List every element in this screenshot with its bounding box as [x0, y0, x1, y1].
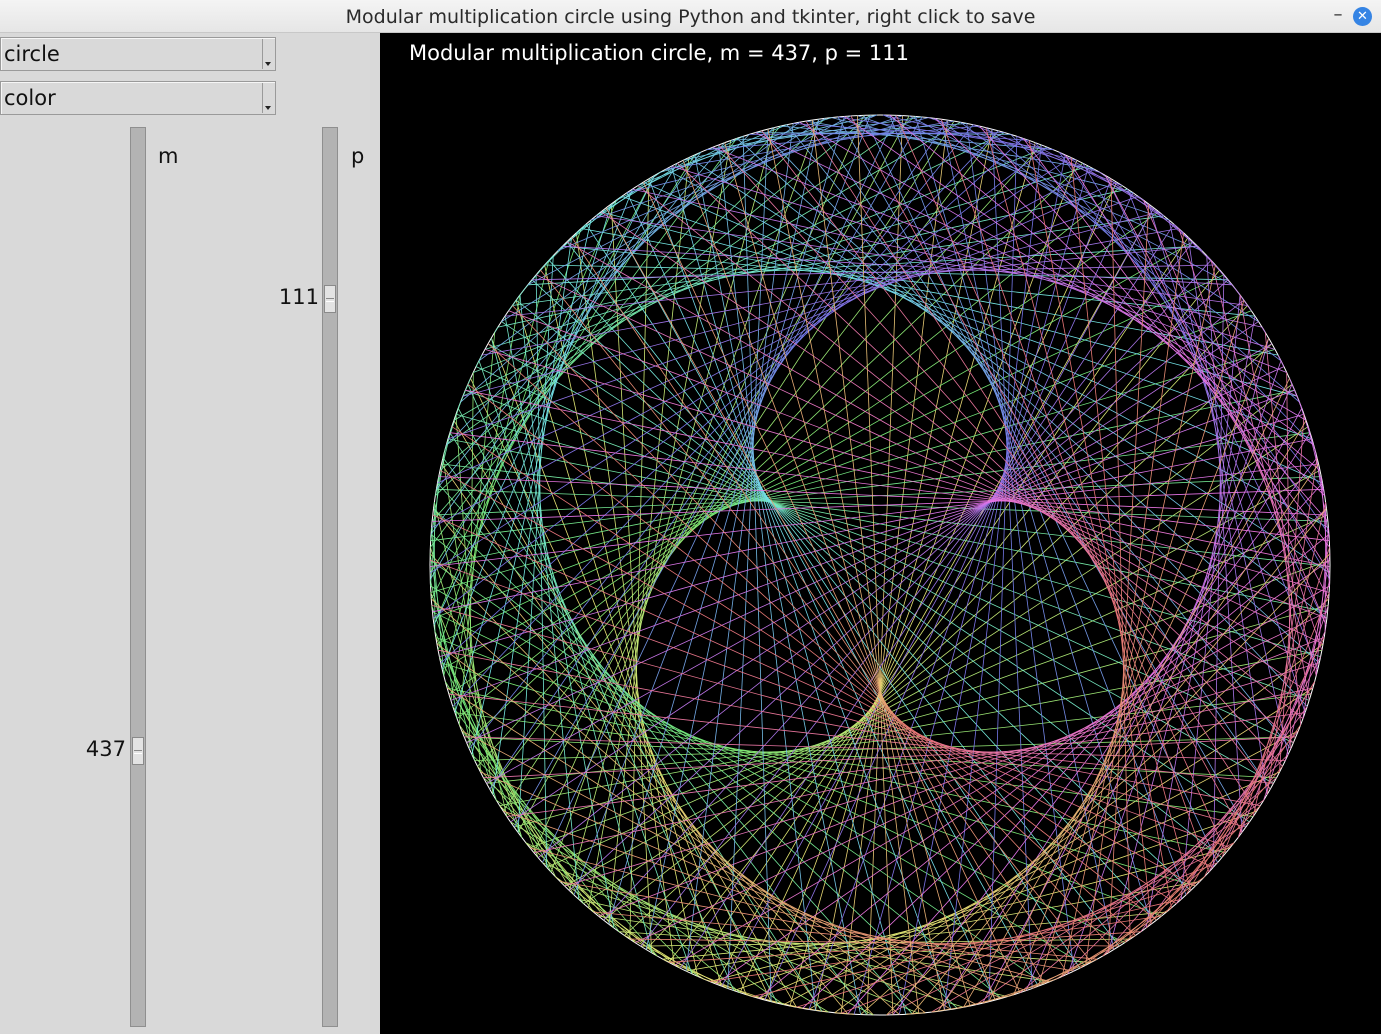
chord-line	[432, 611, 1125, 943]
chord-line	[435, 637, 556, 877]
chord-line	[446, 134, 750, 446]
chord-line	[682, 160, 996, 1001]
p-scale-label: p	[351, 144, 365, 168]
chord-line	[1013, 337, 1269, 995]
chord-line	[510, 821, 829, 1013]
shape-combobox-value: circle	[4, 42, 60, 66]
modular-multiplication-figure	[429, 114, 1331, 1016]
drawing-canvas[interactable]: Modular multiplication circle, m = 437, …	[380, 33, 1381, 1034]
chord-line	[576, 232, 675, 966]
chord-line	[886, 842, 1235, 1016]
chord-line	[430, 152, 702, 535]
chord-line	[850, 115, 1243, 833]
chord-line	[494, 326, 499, 333]
chord-line	[517, 115, 910, 833]
chord-line	[1185, 681, 1315, 896]
m-scale-value: 437	[85, 737, 126, 761]
chord-line	[445, 681, 584, 904]
chord-line	[802, 508, 1327, 1009]
chord-line	[889, 114, 1321, 471]
dropdown-arrow-icon[interactable]	[262, 83, 274, 113]
chord-line	[557, 114, 877, 252]
chord-line	[431, 605, 497, 801]
chord-line	[808, 178, 1112, 1010]
chord-line	[478, 121, 800, 362]
chord-line	[931, 821, 1250, 1013]
chord-line	[847, 482, 1323, 1015]
window-title: Modular multiplication circle using Pyth…	[345, 6, 1036, 28]
chord-line	[590, 115, 903, 221]
chord-line	[496, 799, 784, 1005]
chord-line	[1085, 232, 1184, 966]
chord-line	[1102, 730, 1299, 957]
chord-line	[525, 842, 874, 1016]
chord-line	[934, 118, 1325, 496]
chord-line	[491, 337, 747, 995]
color-combobox-value: color	[4, 86, 56, 110]
chord-line	[535, 274, 548, 868]
chord-line	[440, 138, 1024, 664]
dropdown-arrow-icon[interactable]	[262, 39, 274, 69]
chord-line	[786, 124, 1292, 749]
chord-line	[883, 114, 1203, 252]
chord-line	[437, 482, 913, 1015]
chord-line	[960, 121, 1282, 362]
chord-line	[454, 712, 1254, 817]
minimize-icon[interactable]: –	[1328, 4, 1348, 26]
close-icon[interactable]: ✕	[1353, 7, 1372, 26]
m-scale-label: m	[158, 144, 179, 168]
chord-line	[441, 189, 633, 670]
chord-line	[447, 196, 1139, 440]
chord-line	[991, 129, 1033, 989]
chord-line	[1022, 138, 1330, 548]
chord-lines	[429, 114, 1331, 1016]
chord-line	[1263, 605, 1329, 801]
chord-line	[431, 598, 900, 1015]
m-scale-trough[interactable]	[130, 127, 146, 1027]
chord-line	[449, 432, 823, 1012]
p-scale-slider-handle[interactable]	[324, 285, 336, 313]
chord-line	[1064, 154, 1331, 574]
chord-line	[635, 611, 1328, 943]
chord-line	[1261, 326, 1266, 333]
color-combobox[interactable]: color	[0, 81, 276, 115]
chord-line	[514, 605, 1329, 828]
chord-line	[439, 656, 552, 873]
chord-line	[1143, 200, 1327, 625]
m-scale-slider-handle[interactable]	[132, 737, 144, 765]
chord-line	[436, 142, 726, 490]
chord-line	[433, 508, 958, 1009]
app-window: Modular multiplication circle using Pyth…	[0, 0, 1381, 1034]
chord-line	[1176, 681, 1315, 904]
chord-line	[648, 178, 952, 1010]
p-scale-value: 111	[278, 285, 319, 309]
canvas-title: Modular multiplication circle, m = 437, …	[409, 41, 910, 65]
chord-line	[517, 255, 554, 833]
chord-line	[429, 559, 1045, 985]
chord-line	[746, 994, 803, 1009]
p-scale-trough[interactable]	[322, 127, 338, 1027]
chord-line	[431, 605, 1246, 828]
chord-line	[1107, 337, 1269, 953]
title-bar: Modular multiplication circle using Pyth…	[0, 0, 1381, 33]
control-panel: circle color m 437 p 111	[0, 33, 380, 1034]
chord-line	[468, 124, 974, 749]
chord-line	[1221, 592, 1330, 858]
chord-line	[435, 118, 826, 496]
chord-line	[764, 160, 1078, 1001]
chord-line	[1204, 637, 1325, 877]
shape-combobox[interactable]: circle	[0, 37, 276, 71]
